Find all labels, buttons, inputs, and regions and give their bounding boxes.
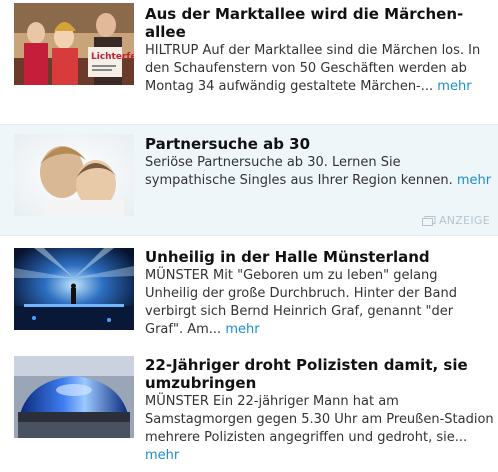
news-item: Unheilig in der Halle Münsterland MÜNSTE… xyxy=(0,240,498,344)
teaser-text: MÜNSTER Ein 22-jähriger Mann hat am Sams… xyxy=(145,394,494,445)
ad-badge-label: ANZEIGE xyxy=(438,214,490,227)
ad-teaser: Seriöse Partnersuche ab 30. Lernen Sie s… xyxy=(145,154,494,190)
article-thumbnail[interactable]: Lichterfest xyxy=(14,3,134,85)
ad-item: Partnersuche ab 30 Seriöse Partnersuche … xyxy=(0,124,498,236)
more-link[interactable]: mehr xyxy=(145,448,179,463)
article-title[interactable]: 22-Jähriger droht Polizisten damit, sie … xyxy=(145,356,494,392)
article-thumbnail[interactable] xyxy=(14,356,134,438)
more-link[interactable]: mehr xyxy=(457,173,491,188)
ad-window-icon xyxy=(421,215,436,226)
more-link[interactable]: mehr xyxy=(437,79,471,94)
teaser-text: Seriöse Partnersuche ab 30. Lernen Sie s… xyxy=(145,155,453,188)
teaser-text: MÜNSTER Mit "Geboren um zu leben" gelang… xyxy=(145,268,458,337)
poster-text: Lichterfest xyxy=(91,52,134,62)
article-teaser: MÜNSTER Mit "Geboren um zu leben" gelang… xyxy=(145,267,494,339)
news-item: 22-Jähriger droht Polizisten damit, sie … xyxy=(0,350,498,472)
article-teaser: MÜNSTER Ein 22-jähriger Mann hat am Sams… xyxy=(145,393,494,465)
ad-title[interactable]: Partnersuche ab 30 xyxy=(145,135,494,153)
article-title[interactable]: Aus der Marktallee wird die Märchen-alle… xyxy=(145,5,494,41)
article-teaser: HILTRUP Auf der Marktallee sind die Märc… xyxy=(145,42,494,96)
article-title[interactable]: Unheilig in der Halle Münsterland xyxy=(145,248,494,266)
teaser-text: HILTRUP Auf der Marktallee sind die Märc… xyxy=(145,43,481,94)
more-link[interactable]: mehr xyxy=(225,322,259,337)
ad-badge: ANZEIGE xyxy=(421,214,490,227)
ad-thumbnail[interactable] xyxy=(14,134,134,216)
news-item: Lichterfest Aus der Marktallee wird die … xyxy=(0,0,498,122)
article-thumbnail[interactable] xyxy=(14,248,134,330)
